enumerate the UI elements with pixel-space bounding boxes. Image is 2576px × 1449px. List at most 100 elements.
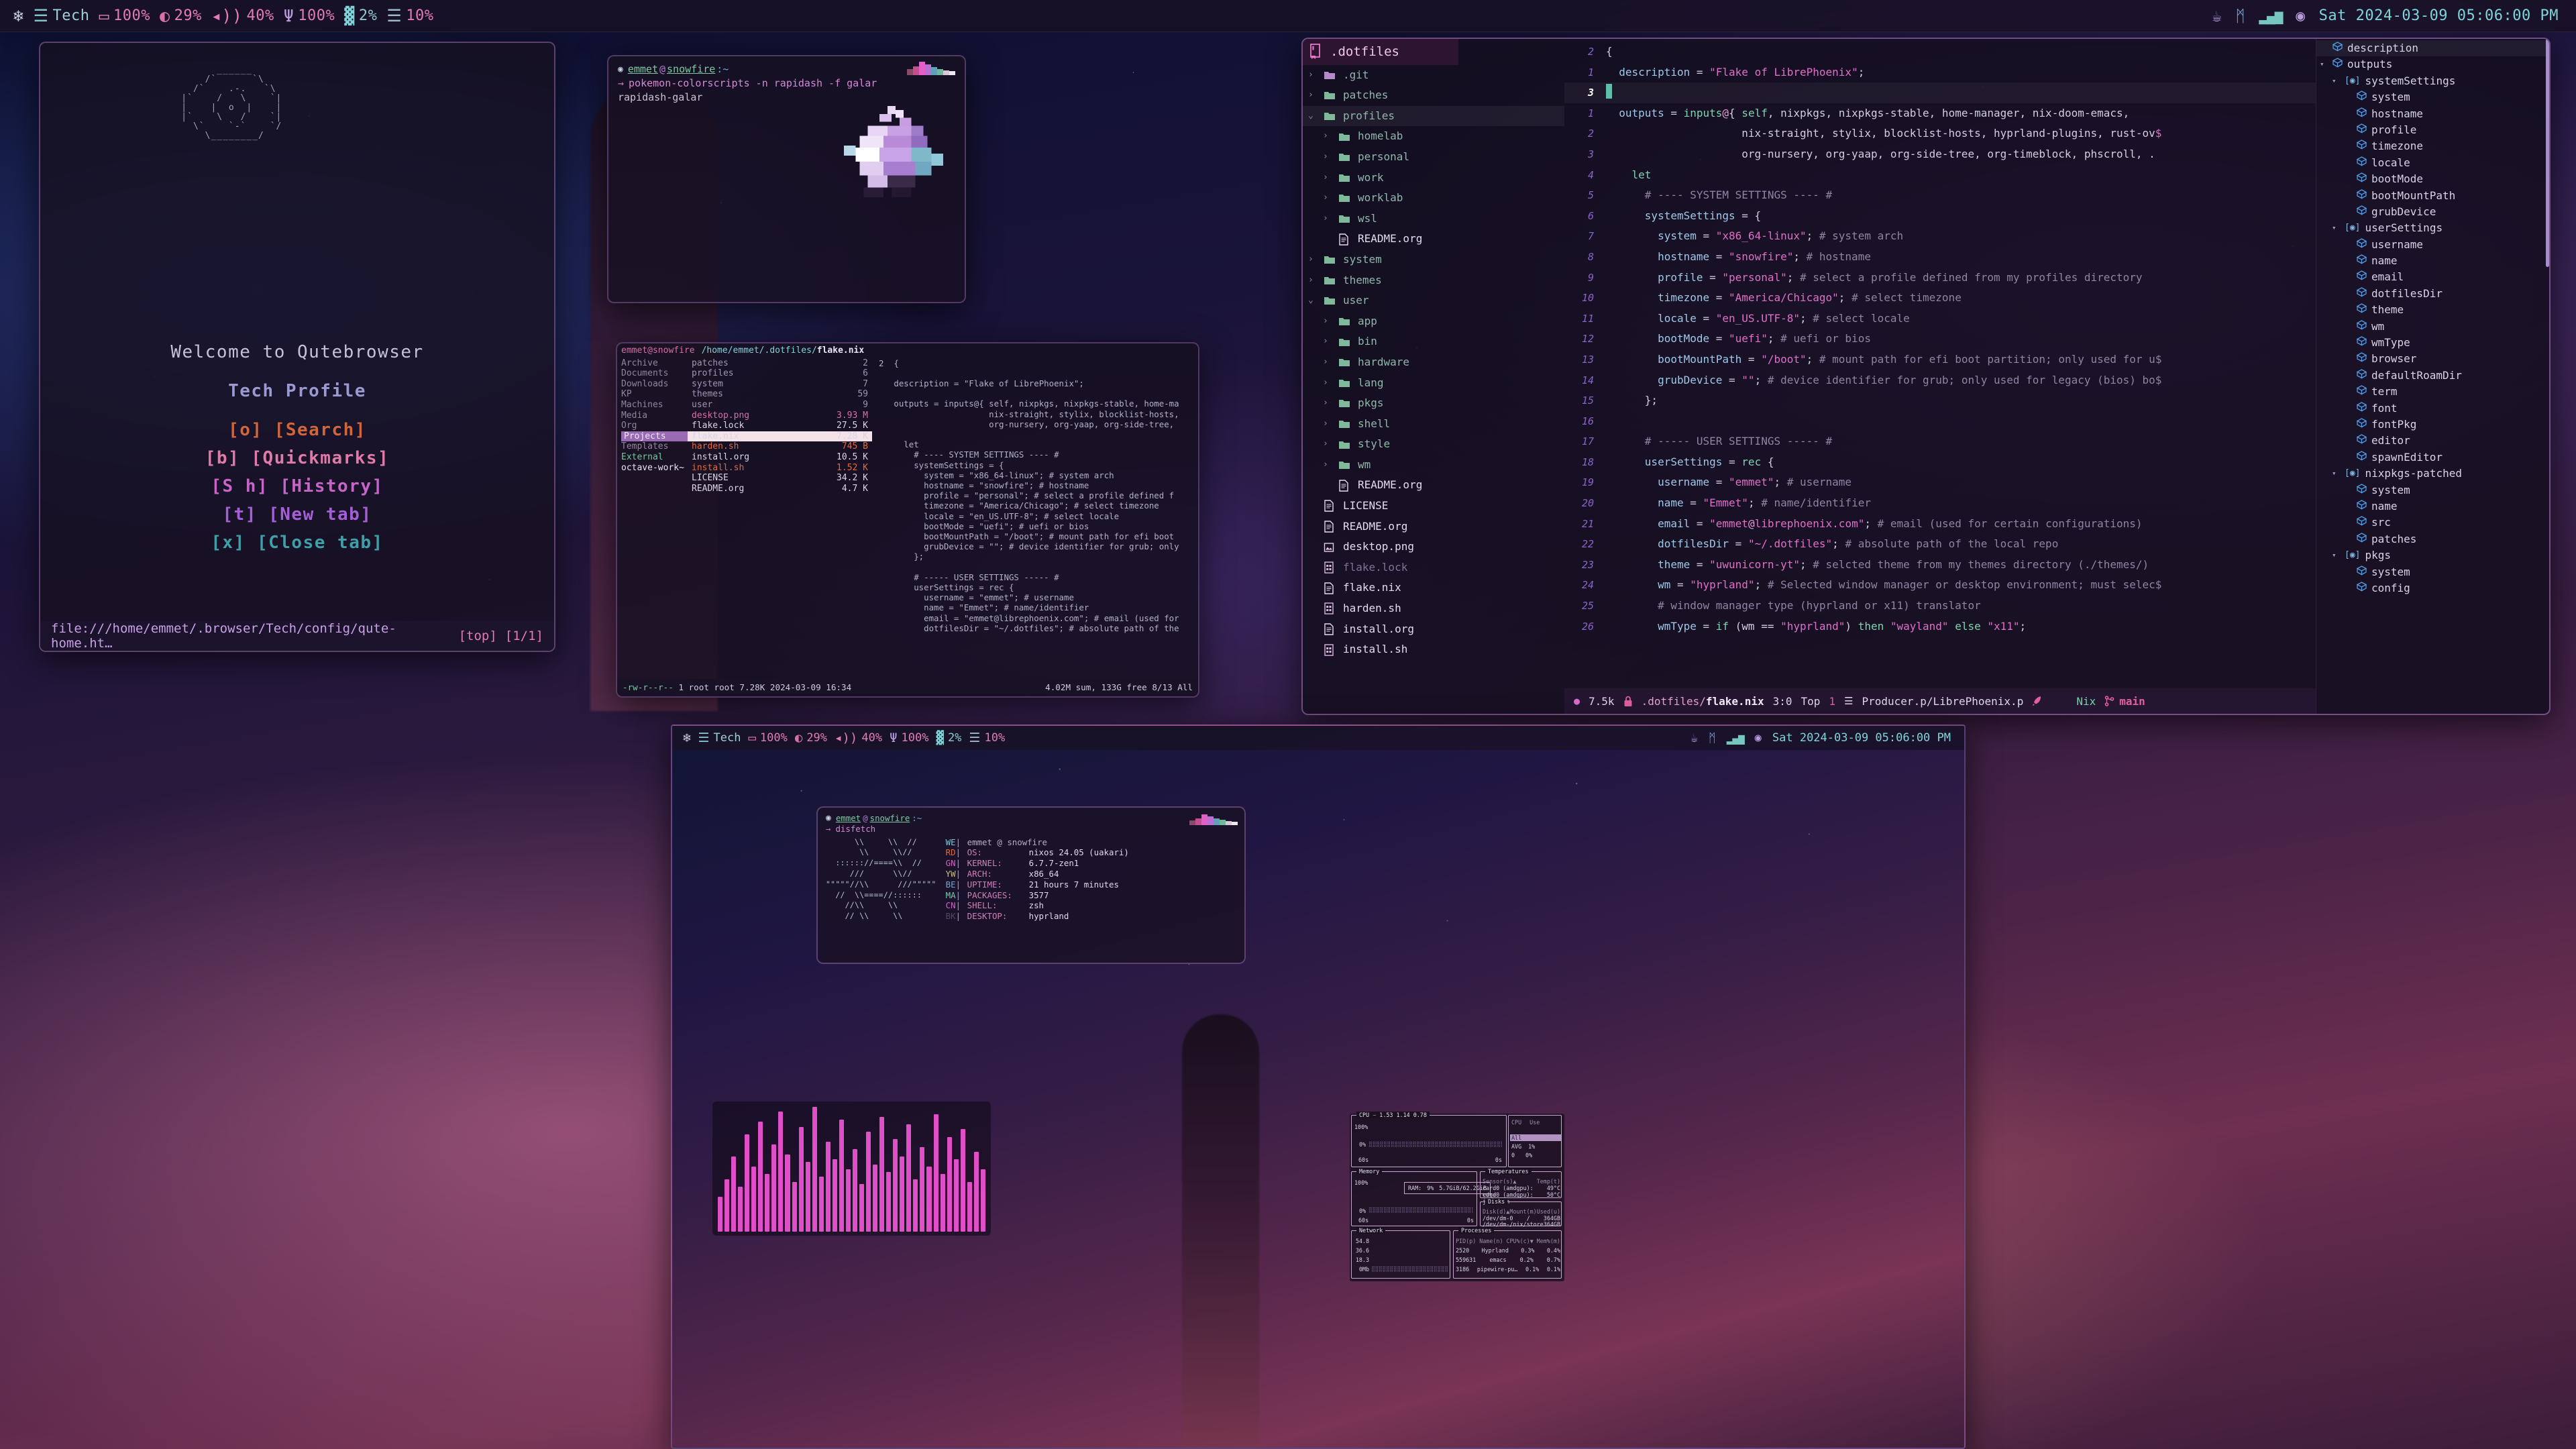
outline-item-font[interactable]: font <box>2316 400 2549 417</box>
outline-item-description[interactable]: description <box>2316 40 2549 57</box>
tree-item-flake-nix[interactable]: flake.nix <box>1303 578 1564 598</box>
outline-item-editor[interactable]: editor <box>2316 433 2549 449</box>
waybar-module-battery[interactable]: ▭ 100% <box>748 731 787 745</box>
coffee-icon[interactable]: ☕ <box>1690 731 1698 745</box>
tree-item-personal[interactable]: › personal <box>1303 147 1564 168</box>
outline-item-wmtype[interactable]: wmType <box>2316 335 2549 351</box>
code-line[interactable]: 24 wm = "hyprland"; # Selected window ma… <box>1564 575 2316 596</box>
outline-item-system[interactable]: system <box>2316 564 2549 580</box>
tree-item-harden-sh[interactable]: harden.sh <box>1303 598 1564 619</box>
temp-header-temp[interactable]: Temp(t) <box>1537 1178 1560 1185</box>
neovim-symbol-outline[interactable]: description ▾ outputs ▾ [◉] systemSettings sys… <box>2316 39 2549 714</box>
tree-item-style[interactable]: › style <box>1303 434 1564 455</box>
tree-item-readme-org[interactable]: README.org <box>1303 517 1564 537</box>
ranger-file-manager-window[interactable]: emmet@snowfire /home/emmet/.dotfiles/fla… <box>616 342 1199 698</box>
list-item[interactable]: Machines <box>621 400 688 411</box>
waybar-module-battery[interactable]: ▭ 100% <box>99 6 150 25</box>
temp-header-sensor[interactable]: Sensor(s)▲ <box>1483 1178 1516 1185</box>
bluetooth-icon[interactable]: ᛗ <box>1709 731 1716 745</box>
code-line[interactable]: 13 bootMountPath = "/boot"; # mount path… <box>1564 350 2316 370</box>
code-line[interactable]: 3 <box>1564 83 2316 103</box>
disc-icon[interactable]: ◉ <box>2296 7 2305 25</box>
table-row[interactable]: README.org 4.7 K <box>688 484 872 494</box>
code-line[interactable]: 4 let <box>1564 165 2316 186</box>
waybar-module-memory[interactable]: ▓ 2% <box>344 6 377 25</box>
tree-item-desktop-png[interactable]: desktop.png <box>1303 537 1564 557</box>
waybar-module-hamburger[interactable]: ☰ 10% <box>969 731 1005 745</box>
outline-item-src[interactable]: src <box>2316 515 2549 531</box>
disc-icon[interactable]: ◉ <box>1755 731 1762 745</box>
outline-item-pkgs[interactable]: ▾ [◉] pkgs <box>2316 547 2549 564</box>
inner-desktop-screenshot[interactable]: ❄ ☰ Tech ▭ 100% ◐ 29% ◂)) 40% Ψ 100% ▓ 2% ☰ 10% ☕ ᛗ ▂▄… <box>671 724 1966 1449</box>
tree-item-themes[interactable]: › themes <box>1303 270 1564 291</box>
neovim-tree-rows[interactable]: › .git › patches ⌄ profiles › homelab › personal ›… <box>1303 65 1564 660</box>
list-item[interactable]: Projects <box>621 431 688 442</box>
tree-item-user[interactable]: ⌄ user <box>1303 290 1564 311</box>
system-monitor-window[interactable]: CPU − 1.53 1.14 0.78 100% 0% ⣿⣿⣿⣿⣿⣿⣿⣿⣿⣿⣿… <box>1350 1112 1564 1281</box>
table-row[interactable]: 3186 pipewire-pu… 0.1% 0.1% <box>1456 1266 1560 1273</box>
table-row[interactable]: LICENSE 34.2 K <box>688 473 872 484</box>
outline-item-patches[interactable]: patches <box>2316 531 2549 547</box>
table-row[interactable]: 559631 emacs 0.2% 0.7% <box>1456 1256 1560 1263</box>
code-line[interactable]: 18 userSettings = rec { <box>1564 452 2316 473</box>
code-line[interactable]: 2 nix-straight, stylix, blocklist-hosts,… <box>1564 123 2316 144</box>
code-line[interactable]: 16 <box>1564 411 2316 432</box>
table-row[interactable]: user 9 <box>688 400 872 411</box>
outline-item-system[interactable]: system <box>2316 482 2549 498</box>
code-line[interactable]: 15 }; <box>1564 390 2316 411</box>
outline-item-theme[interactable]: theme <box>2316 302 2549 318</box>
tree-item-worklab[interactable]: › worklab <box>1303 188 1564 209</box>
code-line[interactable]: 19 username = "emmet"; # username <box>1564 472 2316 493</box>
network-signal-icon[interactable]: ▂▄▆ <box>1727 732 1745 745</box>
proc-header-pid[interactable]: PID(p) <box>1456 1238 1476 1244</box>
tree-item-lang[interactable]: › lang <box>1303 373 1564 394</box>
outline-item-bootmountpath[interactable]: bootMountPath <box>2316 188 2549 204</box>
ranger-current-column[interactable]: patches 2 profiles 6 system 7 themes 59 user 9 des… <box>688 358 872 661</box>
code-line[interactable]: 3 org-nursery, org-yaap, org-side-tree, … <box>1564 144 2316 165</box>
fastfetch-terminal-window[interactable]: ◉ emmet @ snowfire :~ → disfetch \\ \\ /… <box>816 806 1246 964</box>
waybar-module-workspace[interactable]: ☰ Tech <box>34 6 90 25</box>
waybar-module-nix-snowflake[interactable]: ❄ <box>13 6 24 25</box>
tree-item-system[interactable]: › system <box>1303 250 1564 270</box>
table-row[interactable]: flake.nix 7.28 K <box>688 431 872 442</box>
code-line[interactable]: 6 systemSettings = { <box>1564 206 2316 227</box>
table-row[interactable]: desktop.png 3.93 M <box>688 411 872 421</box>
proc-header-cpu[interactable]: CPU%(c)▼ <box>1506 1238 1533 1244</box>
bluetooth-icon[interactable]: ᛗ <box>2235 7 2245 25</box>
code-line[interactable]: 12 bootMode = "uefi"; # uefi or bios <box>1564 329 2316 350</box>
tree-item-readme-org[interactable]: README.org <box>1303 475 1564 496</box>
list-item[interactable]: Org <box>621 421 688 431</box>
code-line[interactable]: 1 outputs = inputs@{ self, nixpkgs, nixp… <box>1564 103 2316 124</box>
code-line[interactable]: 10 timezone = "America/Chicago"; # selec… <box>1564 288 2316 309</box>
tree-item-pkgs[interactable]: › pkgs <box>1303 393 1564 414</box>
list-item[interactable]: octave-work~ <box>621 463 688 474</box>
qutebrowser-shortcut-closetab[interactable]: [x] [Close tab] <box>40 529 554 557</box>
table-row[interactable]: 2520 Hyprland 0.3% 0.4% <box>1456 1247 1560 1254</box>
neovim-code-buffer[interactable]: 2{1 description = "Flake of LibrePhoenix… <box>1564 39 2316 637</box>
proc-header-name[interactable]: Name(n) <box>1479 1238 1503 1244</box>
list-item[interactable]: Documents <box>621 368 688 379</box>
table-row[interactable]: profiles 6 <box>688 368 872 379</box>
tree-item-readme-org[interactable]: README.org <box>1303 229 1564 250</box>
table-row[interactable]: flake.lock 27.5 K <box>688 421 872 431</box>
tree-item-app[interactable]: › app <box>1303 311 1564 332</box>
list-item[interactable]: Media <box>621 411 688 421</box>
cpu-legend-row-all[interactable]: All <box>1510 1134 1561 1142</box>
outline-item-defaultroamdir[interactable]: defaultRoamDir <box>2316 368 2549 384</box>
outline-item-fontpkg[interactable]: fontPkg <box>2316 417 2549 433</box>
waybar-module-nix-snowflake[interactable]: ❄ <box>683 731 690 745</box>
table-row[interactable]: install.sh 1.52 K <box>688 463 872 474</box>
table-row[interactable]: themes 59 <box>688 389 872 400</box>
outline-item-profile[interactable]: profile <box>2316 122 2549 138</box>
qutebrowser-shortcut-quickmarks[interactable]: [b] [Quickmarks] <box>40 444 554 472</box>
code-line[interactable]: 11 locale = "en_US.UTF-8"; # select loca… <box>1564 309 2316 329</box>
tree-item-shell[interactable]: › shell <box>1303 414 1564 435</box>
qutebrowser-shortcut-search[interactable]: [o] [Search] <box>40 416 554 444</box>
code-line[interactable]: 22 dotfilesDir = "~/.dotfiles"; # absolu… <box>1564 534 2316 555</box>
chevron-down-icon[interactable]: ▾ <box>2332 547 2340 564</box>
waybar-module-volume[interactable]: ◂)) 40% <box>211 6 274 25</box>
list-item[interactable]: KP <box>621 389 688 400</box>
tree-item-flake-lock[interactable]: flake.lock <box>1303 557 1564 578</box>
qutebrowser-shortcut-history[interactable]: [S h] [History] <box>40 472 554 500</box>
outline-item-name[interactable]: name <box>2316 498 2549 515</box>
